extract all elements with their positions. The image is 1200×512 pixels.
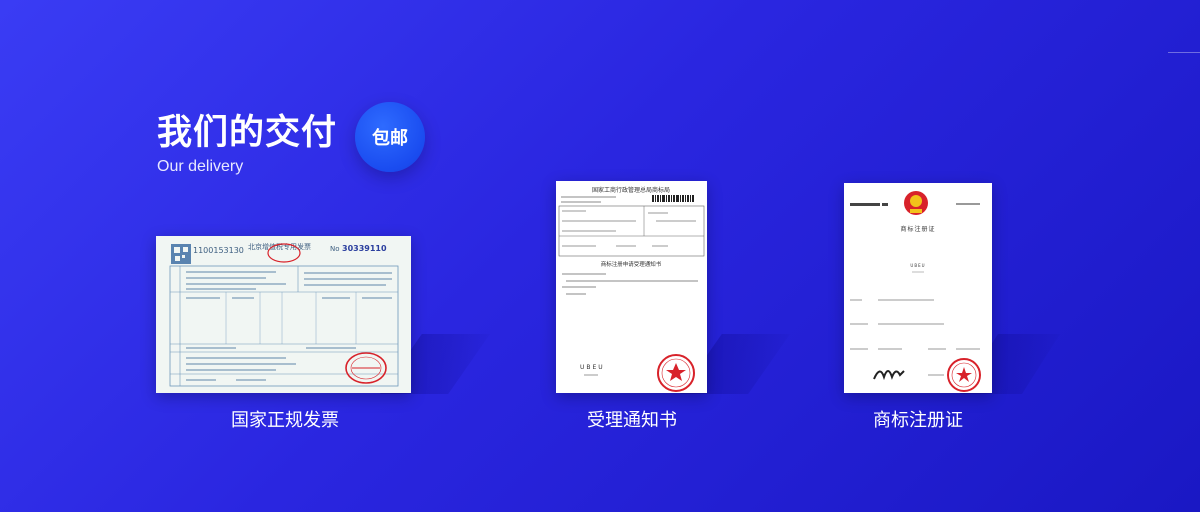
acceptance-notice-caption: 受理通知书 bbox=[587, 410, 677, 431]
notice-title: 商标注册申请受理通知书 bbox=[601, 260, 662, 268]
trademark-certificate-image: 商标注册证 UBEU bbox=[844, 183, 992, 393]
notice-brand: UBEU bbox=[580, 364, 605, 371]
acceptance-notice-document: 国家工商行政管理总局商标局 商标注册申请受理通知书 UBEU bbox=[556, 181, 707, 393]
invoice-number-left: 1100153130 bbox=[193, 246, 244, 255]
invoice-title: 北京增值税专用发票 bbox=[248, 242, 311, 251]
invoice-caption: 国家正规发票 bbox=[231, 410, 339, 431]
invoice-no-label: No bbox=[330, 245, 340, 253]
certificate-brand: UBEU bbox=[910, 263, 925, 268]
free-shipping-badge-label: 包邮 bbox=[372, 128, 408, 149]
acceptance-notice-image: 国家工商行政管理总局商标局 商标注册申请受理通知书 UBEU bbox=[556, 181, 707, 393]
page-title: 我们的交付 bbox=[157, 113, 338, 153]
trademark-certificate-document: 商标注册证 UBEU bbox=[844, 183, 992, 393]
certificate-title: 商标注册证 bbox=[900, 225, 935, 233]
invoice-document: 1100153130 北京增值税专用发票 No 30339110 bbox=[156, 236, 411, 393]
trademark-certificate-caption: 商标注册证 bbox=[873, 410, 963, 431]
notice-office-title: 国家工商行政管理总局商标局 bbox=[592, 186, 670, 194]
invoice-number-right: 30339110 bbox=[342, 244, 387, 253]
corner-decoration-line bbox=[1168, 52, 1200, 53]
free-shipping-badge: 包邮 bbox=[355, 102, 425, 172]
invoice-image: 1100153130 北京增值税专用发票 No 30339110 bbox=[156, 236, 411, 393]
page-subtitle: Our delivery bbox=[157, 158, 244, 175]
